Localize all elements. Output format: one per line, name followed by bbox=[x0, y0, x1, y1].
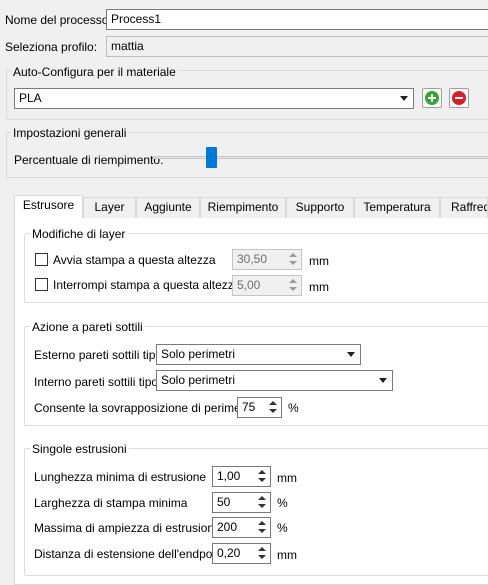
tab-raffreddamento[interactable]: Raffreddamento bbox=[440, 197, 488, 218]
min-width-stepper[interactable]: 50 bbox=[212, 492, 271, 513]
material-select[interactable]: PLA bbox=[14, 88, 414, 109]
chevron-down-icon[interactable] bbox=[254, 553, 270, 562]
start-height-stepper[interactable]: 30,50 bbox=[232, 249, 302, 270]
min-length-value: 1,00 bbox=[217, 469, 241, 483]
tab-aggiunte[interactable]: Aggiunte bbox=[136, 197, 200, 218]
chevron-down-icon bbox=[347, 352, 355, 357]
min-length-label: Lunghezza minima di estrusione bbox=[34, 470, 207, 484]
material-select-value: PLA bbox=[19, 91, 42, 105]
inner-thin-walls-select[interactable]: Solo perimetri bbox=[156, 370, 393, 391]
remove-material-button[interactable] bbox=[449, 88, 469, 108]
add-material-button[interactable] bbox=[422, 88, 442, 108]
stop-height-value: 5,00 bbox=[237, 278, 261, 292]
tab-temperatura[interactable]: Temperatura bbox=[354, 197, 440, 218]
process-name-input[interactable]: Process1 bbox=[106, 9, 488, 30]
chevron-down-icon[interactable] bbox=[254, 476, 270, 485]
tab-supporto[interactable]: Supporto bbox=[286, 197, 354, 218]
infill-label: Percentuale di riempimento: bbox=[14, 153, 164, 167]
max-width-unit: % bbox=[277, 521, 288, 535]
chevron-down-icon[interactable] bbox=[254, 527, 270, 536]
chevron-down-icon[interactable] bbox=[285, 259, 301, 268]
start-height-label: Avvia stampa a questa altezza bbox=[53, 253, 216, 267]
perimeter-overlap-unit: % bbox=[288, 401, 299, 415]
process-name-label: Nome del processo: bbox=[5, 13, 112, 27]
chevron-down-icon bbox=[400, 96, 408, 101]
min-width-unit: % bbox=[277, 496, 288, 510]
endpoint-distance-label: Distanza di estensione dell'endpoint bbox=[34, 547, 226, 561]
perimeter-overlap-value: 75 bbox=[242, 400, 256, 414]
stop-height-stepper[interactable]: 5,00 bbox=[232, 275, 302, 296]
thin-walls-title: Azione a pareti sottili bbox=[30, 320, 145, 334]
outer-thin-walls-select[interactable]: Solo perimetri bbox=[156, 344, 361, 365]
min-width-value: 50 bbox=[217, 495, 231, 509]
min-length-unit: mm bbox=[277, 471, 297, 485]
single-ext-title: Singole estrusioni bbox=[30, 442, 129, 456]
tab-estrusore[interactable]: Estrusore bbox=[14, 195, 83, 218]
chevron-down-icon[interactable] bbox=[285, 285, 301, 294]
start-height-checkbox[interactable] bbox=[35, 253, 48, 266]
chevron-down-icon[interactable] bbox=[254, 502, 270, 511]
infill-slider-track[interactable] bbox=[153, 156, 488, 159]
stop-height-label: Interrompi stampa a questa altezza bbox=[53, 278, 241, 292]
perimeter-overlap-stepper[interactable]: 75 bbox=[237, 397, 282, 418]
profile-field: mattia bbox=[106, 36, 488, 57]
profile-label: Seleziona profilo: bbox=[5, 40, 98, 54]
endpoint-distance-stepper[interactable]: 0,20 bbox=[212, 543, 271, 564]
layer-mods-title: Modifiche di layer bbox=[30, 227, 128, 241]
min-width-label: Larghezza di stampa minima bbox=[34, 496, 188, 510]
general-settings-title: Impostazioni generali bbox=[11, 126, 129, 140]
max-width-label: Massima di ampiezza di estrusione bbox=[34, 521, 221, 535]
chevron-down-icon[interactable] bbox=[265, 407, 281, 416]
auto-config-title: Auto-Configura per il materiale bbox=[11, 65, 178, 79]
stop-height-unit: mm bbox=[309, 280, 329, 294]
endpoint-distance-value: 0,20 bbox=[217, 546, 241, 560]
max-width-value: 200 bbox=[217, 520, 238, 534]
start-height-unit: mm bbox=[309, 254, 329, 268]
outer-thin-walls-value: Solo perimetri bbox=[161, 347, 236, 361]
min-length-stepper[interactable]: 1,00 bbox=[212, 466, 271, 487]
tab-riempimento[interactable]: Riempimento bbox=[200, 197, 286, 218]
perimeter-overlap-label: Consente la sovrapposizione di perimetro bbox=[34, 401, 255, 415]
inner-thin-walls-label: Interno pareti sottili tipo bbox=[34, 375, 159, 389]
infill-slider-thumb[interactable] bbox=[206, 147, 217, 168]
stop-height-checkbox[interactable] bbox=[35, 278, 48, 291]
endpoint-distance-unit: mm bbox=[277, 548, 297, 562]
max-width-stepper[interactable]: 200 bbox=[212, 517, 271, 538]
chevron-down-icon bbox=[379, 378, 387, 383]
inner-thin-walls-value: Solo perimetri bbox=[161, 373, 236, 387]
outer-thin-walls-label: Esterno pareti sottili tipo bbox=[34, 348, 163, 362]
tab-layer[interactable]: Layer bbox=[83, 197, 136, 218]
start-height-value: 30,50 bbox=[237, 252, 268, 266]
